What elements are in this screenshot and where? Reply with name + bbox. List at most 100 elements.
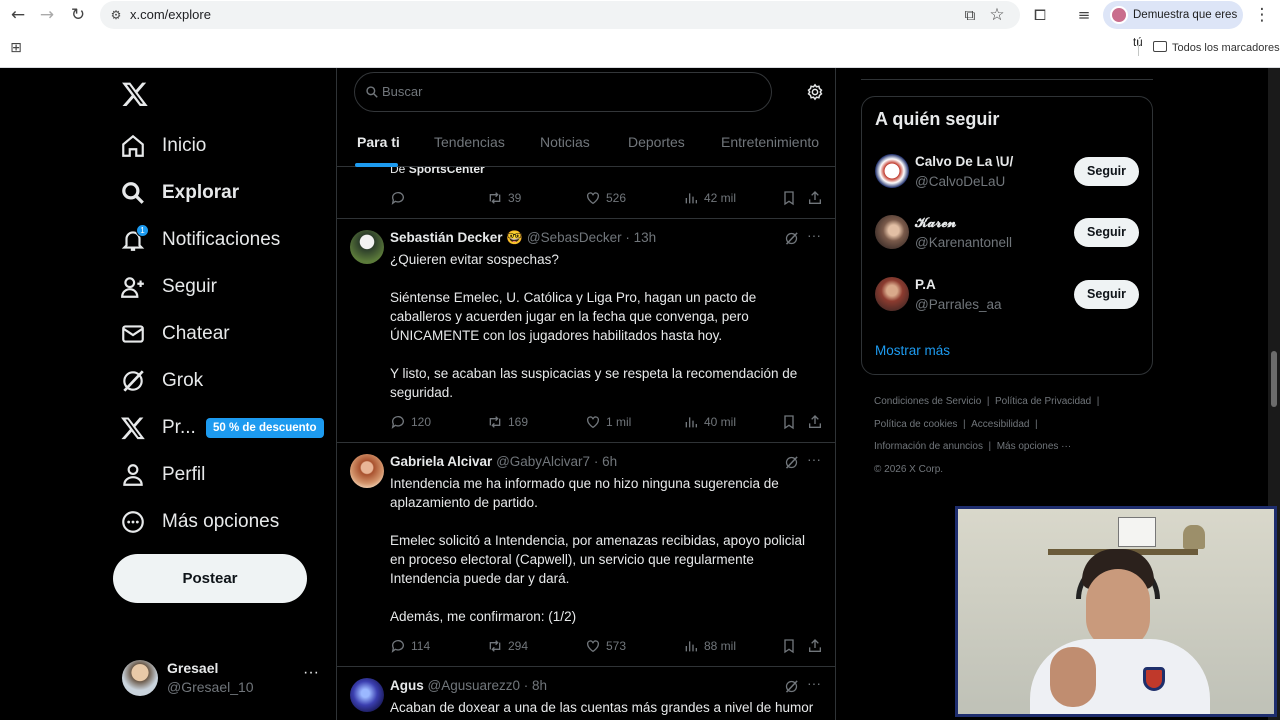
nav-explore[interactable]: Explorar [120, 173, 239, 213]
bookmark-button[interactable] [781, 414, 802, 430]
nav-premium[interactable]: Pr... [120, 408, 196, 448]
footer-link-ads-info[interactable]: Información de anuncios [874, 441, 983, 452]
tweet-time[interactable]: · 6h [594, 454, 617, 469]
nav-chat-label: Chatear [162, 323, 230, 344]
views-button[interactable]: 88 mil [683, 638, 736, 654]
tweet-time[interactable]: · 8h [524, 678, 547, 693]
follow-button[interactable]: Seguir [1074, 280, 1139, 309]
repost-button[interactable]: 294 [487, 638, 528, 654]
tweet[interactable]: Sebastián Decker 🤓 @SebasDecker · 13h ··… [337, 219, 835, 443]
follow-suggestion[interactable]: Calvo De La \U/ @CalvoDeLaU Seguir [862, 154, 1152, 204]
like-button[interactable]: 1 mil [585, 414, 631, 430]
follow-suggestion[interactable]: P.A @Parrales_aa Seguir [862, 277, 1152, 327]
reply-button[interactable] [390, 190, 411, 206]
like-button[interactable]: 573 [585, 638, 626, 654]
repost-button[interactable]: 39 [487, 190, 521, 206]
suggestion-name[interactable]: P.A [915, 277, 936, 292]
share-button[interactable] [807, 638, 828, 654]
share-icon [809, 191, 821, 204]
reply-count: 120 [411, 415, 432, 429]
tab-tendencias[interactable]: Tendencias [434, 134, 505, 150]
follow-suggestion[interactable]: 𝓚𝓪𝓻𝓮𝓷 @Karenantonell Seguir [862, 215, 1152, 265]
footer-link-cookies[interactable]: Política de cookies [874, 419, 957, 430]
nav-profile-label: Perfil [162, 464, 206, 485]
like-button[interactable]: 526 [585, 190, 626, 206]
nav-follow[interactable]: Seguir [120, 267, 217, 307]
back-icon[interactable]: ← [4, 1, 32, 29]
more-dots-icon[interactable]: ··· [807, 227, 821, 243]
extensions-icon[interactable]: ⧠ [1026, 1, 1054, 29]
footer-link-privacy[interactable]: Política de Privacidad [995, 396, 1091, 407]
more-dots-icon[interactable]: ··· [807, 451, 821, 467]
install-app-icon[interactable]: ⧉ [956, 1, 984, 29]
menu-kebab-icon[interactable]: ⋮ [1248, 1, 1276, 29]
follow-button[interactable]: Seguir [1074, 218, 1139, 247]
show-more-link[interactable]: Mostrar más [875, 343, 950, 358]
follow-button[interactable]: Seguir [1074, 157, 1139, 186]
suggestion-name[interactable]: Calvo De La \U/ [915, 154, 1013, 169]
bookmark-button[interactable] [781, 638, 802, 654]
tab-noticias[interactable]: Noticias [540, 134, 590, 150]
forward-icon[interactable]: → [33, 1, 61, 29]
bookmark-button[interactable] [781, 190, 802, 206]
post-button[interactable]: Postear [113, 554, 307, 603]
nav-chat[interactable]: Chatear [120, 314, 230, 354]
avatar[interactable] [350, 678, 384, 712]
settings-gear-icon[interactable] [806, 83, 824, 101]
tab-para-ti[interactable]: Para ti [357, 134, 400, 150]
x-logo-icon[interactable] [121, 80, 149, 108]
grok-icon[interactable] [784, 231, 799, 246]
share-button[interactable] [807, 190, 828, 206]
all-bookmarks-link[interactable]: Todos los marcadores [1172, 42, 1280, 54]
reply-icon [391, 416, 404, 429]
reply-button[interactable]: 120 [390, 414, 431, 430]
footer-link-more[interactable]: Más opciones ··· [997, 441, 1071, 452]
nav-profile[interactable]: Perfil [120, 455, 205, 495]
suggestion-name[interactable]: 𝓚𝓪𝓻𝓮𝓷 [915, 215, 956, 231]
tweet-partial[interactable]: De SportsCenter 39 526 42 mil [337, 160, 835, 219]
author-handle[interactable]: @GabyAlcivar7 [496, 454, 590, 469]
author-name[interactable]: Sebastián Decker [390, 230, 503, 245]
author-name[interactable]: Agus [390, 678, 424, 693]
site-info-icon[interactable]: ⚙ [102, 1, 130, 29]
avatar[interactable] [875, 277, 909, 311]
repost-button[interactable]: 169 [487, 414, 528, 430]
share-button[interactable] [807, 414, 828, 430]
more-dots-icon[interactable]: ··· [807, 675, 821, 691]
scrollbar-thumb[interactable] [1271, 351, 1277, 407]
tweet[interactable]: Gabriela Alcivar @GabyAlcivar7 · 6h ··· … [337, 443, 835, 667]
nav-more[interactable]: Más opciones [120, 502, 279, 542]
nav-grok[interactable]: Grok [120, 361, 203, 401]
media-control-icon[interactable]: ≡ [1070, 1, 1098, 29]
webcam-overlay [955, 506, 1277, 717]
grok-icon[interactable] [784, 679, 799, 694]
footer-link-accessibility[interactable]: Accesibilidad [971, 419, 1029, 430]
more-dots-icon[interactable]: ··· [303, 664, 319, 682]
apps-grid-icon[interactable]: ⊞ [2, 34, 30, 62]
grok-icon[interactable] [784, 455, 799, 470]
author-handle[interactable]: @SebasDecker [527, 230, 622, 245]
avatar[interactable] [350, 454, 384, 488]
tweet[interactable]: Agus @Agusuarezz0 · 8h ··· Acaban de dox… [337, 667, 835, 720]
account-switcher[interactable]: Gresael @Gresael_10 ··· [120, 658, 330, 702]
author-handle[interactable]: @Agusuarezz0 [428, 678, 521, 693]
tab-entretenimiento[interactable]: Entretenimiento [721, 134, 819, 150]
avatar[interactable] [350, 230, 384, 264]
avatar[interactable] [875, 215, 909, 249]
address-bar[interactable]: ⚙ x.com/explore [100, 1, 1020, 29]
avatar[interactable] [875, 154, 909, 188]
reload-icon[interactable]: ↻ [64, 1, 92, 29]
reply-button[interactable]: 114 [390, 638, 430, 654]
profile-button[interactable]: Demuestra que eres tú [1103, 1, 1243, 49]
more-circle-icon [122, 511, 144, 533]
author-name[interactable]: Gabriela Alcivar [390, 454, 492, 469]
footer-link-terms[interactable]: Condiciones de Servicio [874, 396, 981, 407]
bookmark-star-icon[interactable]: ☆ [983, 1, 1011, 29]
premium-discount-badge[interactable]: 50 % de descuento [206, 418, 324, 438]
tweet-time[interactable]: · 13h [625, 230, 656, 245]
nav-home[interactable]: Inicio [120, 126, 206, 166]
views-button[interactable]: 42 mil [683, 190, 736, 206]
search-input[interactable]: Buscar [354, 72, 772, 112]
tab-deportes[interactable]: Deportes [628, 134, 685, 150]
views-button[interactable]: 40 mil [683, 414, 736, 430]
